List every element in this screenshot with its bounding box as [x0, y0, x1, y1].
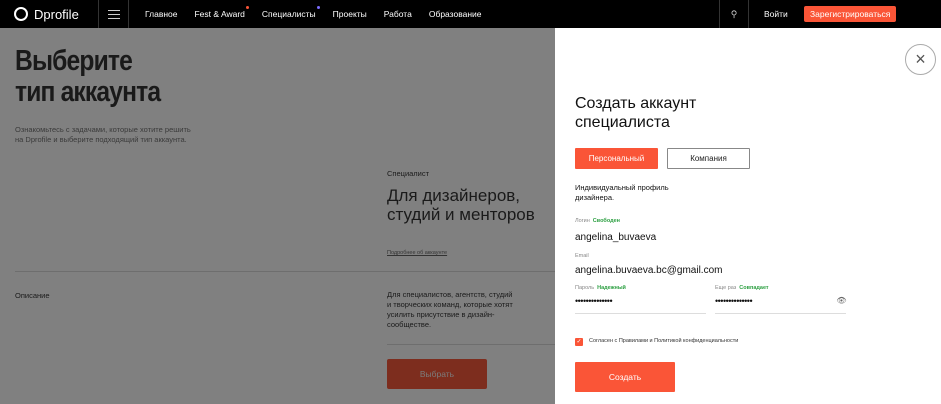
- logo-text: Dprofile: [34, 6, 79, 22]
- login-status: Свободен: [592, 218, 620, 224]
- create-button[interactable]: Создать: [575, 362, 675, 392]
- tab-personal[interactable]: Персональный: [575, 148, 658, 169]
- nav-specialists[interactable]: Специалисты: [261, 6, 320, 19]
- menu-button[interactable]: [99, 0, 129, 28]
- agree-label[interactable]: Согласен с Правилами и Политикой конфиде…: [589, 338, 738, 344]
- top-nav: Dprofile Главное Fest & Award Специалист…: [0, 0, 941, 28]
- nav-projects[interactable]: Проекты: [333, 9, 367, 19]
- search-icon[interactable]: ⚲: [719, 0, 749, 28]
- page-title: Выберите тип аккаунта: [15, 45, 161, 108]
- desc-label: Описание: [15, 291, 50, 300]
- divider: [387, 344, 555, 345]
- nav-fest[interactable]: Fest & Award: [194, 6, 249, 19]
- register-button[interactable]: Зарегистрироваться: [804, 6, 897, 22]
- email-input[interactable]: angelina.buvaeva.bc@gmail.com: [575, 265, 722, 276]
- password-label: Пароль Надежный: [575, 285, 626, 291]
- divider: [15, 271, 555, 272]
- email-label: Email: [575, 253, 589, 259]
- agree-checkbox[interactable]: ✓: [575, 338, 583, 346]
- login-label-text: Логин: [575, 218, 590, 224]
- account-type-page: Выберите тип аккаунта Ознакомьтесь с зад…: [0, 28, 555, 404]
- nav-education[interactable]: Образование: [429, 9, 482, 19]
- choose-button[interactable]: Выбрать: [387, 359, 487, 389]
- nav-specialists-label: Специалисты: [261, 9, 316, 19]
- more-link[interactable]: Подробнее об аккаунте: [387, 250, 447, 256]
- login-link[interactable]: Войти: [764, 9, 788, 19]
- intro-text: Ознакомьтесь с задачами, которые хотите …: [15, 125, 191, 144]
- tab-description: Индивидуальный профиль дизайнера.: [575, 183, 669, 202]
- repeat-status: Совпадает: [739, 285, 769, 291]
- nav-fest-label: Fest & Award: [194, 9, 245, 19]
- password-value: ••••••••••••••: [575, 296, 613, 306]
- logo-icon: [14, 7, 28, 21]
- login-label: Логин Свободен: [575, 218, 620, 224]
- eye-icon[interactable]: 👁: [836, 296, 846, 305]
- modal-title: Создать аккаунт специалиста: [575, 95, 697, 131]
- repeat-label: Еще раз Совпадает: [715, 285, 769, 291]
- repeat-password-input[interactable]: •••••••••••••• 👁: [715, 296, 846, 314]
- logo[interactable]: Dprofile: [0, 0, 99, 28]
- login-input[interactable]: angelina_buvaeva: [575, 232, 656, 243]
- description: Для специалистов, агентств, студий и тво…: [387, 290, 513, 329]
- type-headline: Для дизайнеров, студий и менторов: [387, 186, 535, 224]
- nav-jobs[interactable]: Работа: [384, 9, 412, 19]
- password-label-text: Пароль: [575, 285, 595, 291]
- signup-modal: × Создать аккаунт специалиста Персональн…: [555, 28, 941, 404]
- type-label: Специалист: [387, 169, 430, 178]
- badge-dot: [245, 6, 249, 9]
- repeat-label-text: Еще раз: [715, 285, 737, 291]
- badge-dot: [316, 6, 320, 9]
- password-status: Надежный: [597, 285, 626, 291]
- tab-company[interactable]: Компания: [667, 148, 750, 169]
- nav-main[interactable]: Главное: [145, 9, 177, 19]
- password-input[interactable]: ••••••••••••••: [575, 296, 706, 314]
- close-icon[interactable]: ×: [905, 44, 936, 75]
- repeat-value: ••••••••••••••: [715, 296, 753, 306]
